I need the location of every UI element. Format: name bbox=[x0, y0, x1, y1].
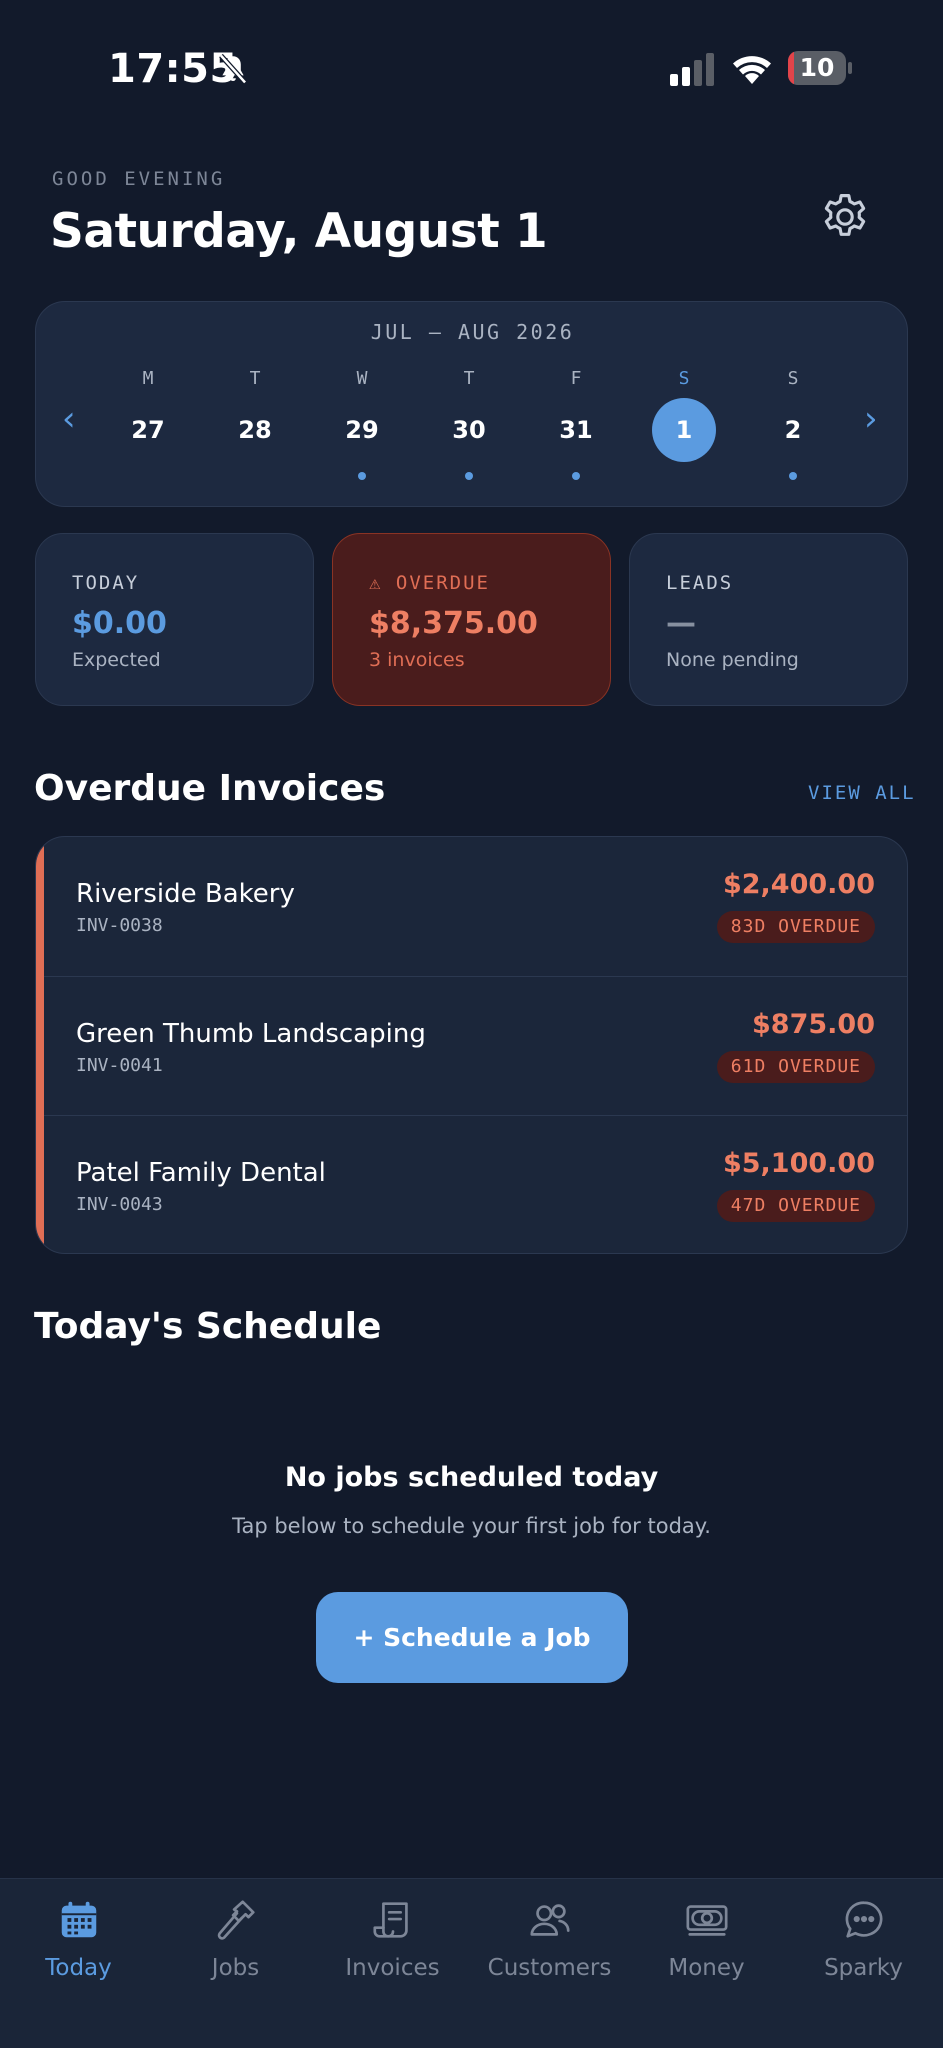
today-stat-card[interactable]: TODAY $0.00 Expected bbox=[35, 533, 314, 706]
day-number: 2 bbox=[784, 416, 802, 444]
overdue-badge: 61D OVERDUE bbox=[716, 1051, 875, 1083]
tab-sparky[interactable]: Sparky bbox=[785, 1879, 942, 1999]
calendar-day[interactable]: F 31 bbox=[536, 368, 616, 488]
money-icon bbox=[686, 1905, 728, 1936]
day-number: 31 bbox=[559, 416, 593, 444]
calendar-range-label: JUL – AUG 2026 bbox=[370, 320, 575, 344]
empty-state-title: No jobs scheduled today bbox=[284, 1462, 659, 1493]
event-dot bbox=[358, 472, 366, 480]
overdue-stat-card[interactable]: ⚠ OVERDUE $8,375.00 3 invoices bbox=[332, 533, 611, 706]
day-of-week: T bbox=[249, 368, 261, 389]
stat-subtitle: None pending bbox=[666, 649, 799, 671]
invoice-row[interactable]: Riverside Bakery INV-0038 $2,400.00 83D … bbox=[44, 837, 907, 975]
stat-label: TODAY bbox=[72, 572, 140, 594]
stat-value: $0.00 bbox=[72, 606, 167, 641]
schedule-section-title: Today's Schedule bbox=[34, 1306, 382, 1347]
day-of-week: S bbox=[787, 368, 799, 389]
invoice-customer: Riverside Bakery bbox=[76, 879, 295, 909]
invoice-row[interactable]: Patel Family Dental INV-0043 $5,100.00 4… bbox=[44, 1115, 907, 1253]
view-all-link[interactable]: VIEW ALL bbox=[808, 782, 916, 804]
tab-customers[interactable]: Customers bbox=[471, 1879, 628, 1999]
schedule-job-button[interactable]: + Schedule a Job bbox=[316, 1592, 628, 1683]
day-number: 28 bbox=[238, 416, 272, 444]
day-number-selected: 1 bbox=[652, 398, 716, 462]
week-calendar: JUL – AUG 2026 ‹ › M 27 T 28 W 29 T 30 F… bbox=[35, 301, 908, 507]
day-of-week: W bbox=[356, 368, 368, 389]
battery-indicator: 10 bbox=[788, 51, 852, 85]
calendar-prev-button[interactable]: ‹ bbox=[62, 402, 76, 436]
invoice-customer: Green Thumb Landscaping bbox=[76, 1019, 426, 1049]
event-dot bbox=[572, 472, 580, 480]
calendar-next-button[interactable]: › bbox=[864, 402, 878, 436]
settings-gear-icon[interactable] bbox=[818, 190, 872, 244]
day-number: 29 bbox=[345, 416, 379, 444]
tab-jobs[interactable]: Jobs bbox=[157, 1879, 314, 1999]
overdue-badge: 83D OVERDUE bbox=[716, 911, 875, 943]
day-number: 27 bbox=[131, 416, 165, 444]
tab-label: Customers bbox=[487, 1955, 612, 1981]
battery-level: 10 bbox=[799, 53, 835, 82]
leads-stat-card[interactable]: LEADS — None pending bbox=[629, 533, 908, 706]
calendar-day[interactable]: M 27 bbox=[108, 368, 188, 488]
empty-state-subtitle: Tap below to schedule your first job for… bbox=[232, 1514, 711, 1538]
invoice-row[interactable]: Green Thumb Landscaping INV-0041 $875.00… bbox=[44, 976, 907, 1114]
calendar-day[interactable]: W 29 bbox=[322, 368, 402, 488]
stat-value: $8,375.00 bbox=[369, 606, 538, 641]
greeting: GOOD EVENING bbox=[52, 168, 226, 190]
overdue-invoice-list: Riverside Bakery INV-0038 $2,400.00 83D … bbox=[35, 836, 908, 1254]
signal-icon bbox=[670, 53, 714, 86]
invoice-amount: $2,400.00 bbox=[722, 869, 875, 900]
page-title: Saturday, August 1 bbox=[50, 204, 548, 259]
bell-muted-icon bbox=[219, 53, 247, 85]
calendar-day[interactable]: T 28 bbox=[215, 368, 295, 488]
overdue-section-title: Overdue Invoices bbox=[34, 768, 386, 809]
invoice-amount: $5,100.00 bbox=[722, 1148, 875, 1179]
status-bar: 17:55 10 bbox=[0, 0, 943, 140]
event-dot bbox=[789, 472, 797, 480]
overdue-accent-bar bbox=[36, 837, 44, 1253]
hammer-icon bbox=[217, 1900, 255, 1940]
invoice-number: INV-0043 bbox=[76, 1194, 163, 1215]
calendar-day[interactable]: S 2 bbox=[753, 368, 833, 488]
invoice-customer: Patel Family Dental bbox=[76, 1158, 326, 1188]
stat-value: — bbox=[666, 606, 696, 641]
invoice-icon bbox=[373, 1902, 408, 1938]
tab-label: Sparky bbox=[824, 1955, 903, 1981]
day-number: 30 bbox=[452, 416, 486, 444]
bottom-tab-bar: Today Jobs Invoices Customers Money Spar… bbox=[0, 1878, 943, 2048]
customers-icon bbox=[530, 1904, 570, 1936]
calendar-icon bbox=[61, 1901, 97, 1938]
tab-label: Money bbox=[668, 1955, 745, 1981]
calendar-day[interactable]: T 30 bbox=[429, 368, 509, 488]
tab-label: Jobs bbox=[211, 1955, 260, 1981]
overdue-badge: 47D OVERDUE bbox=[716, 1190, 875, 1222]
wifi-icon bbox=[733, 56, 771, 84]
tab-money[interactable]: Money bbox=[628, 1879, 785, 1999]
tab-invoices[interactable]: Invoices bbox=[314, 1879, 471, 1999]
tab-label: Today bbox=[45, 1955, 112, 1981]
tab-label: Invoices bbox=[345, 1955, 440, 1981]
invoice-number: INV-0041 bbox=[76, 1055, 163, 1076]
tab-today[interactable]: Today bbox=[0, 1879, 157, 1999]
day-of-week: M bbox=[142, 368, 154, 389]
stat-label: LEADS bbox=[666, 572, 734, 594]
day-of-week: T bbox=[463, 368, 475, 389]
event-dot bbox=[465, 472, 473, 480]
stat-label: ⚠ OVERDUE bbox=[369, 572, 490, 594]
chat-icon bbox=[845, 1901, 883, 1938]
day-of-week: F bbox=[570, 368, 582, 389]
day-of-week: S bbox=[678, 368, 690, 389]
stat-subtitle: 3 invoices bbox=[369, 649, 465, 671]
invoice-number: INV-0038 bbox=[76, 915, 163, 936]
invoice-amount: $875.00 bbox=[752, 1009, 875, 1040]
stat-subtitle: Expected bbox=[72, 649, 161, 671]
calendar-day-selected[interactable]: S 1 bbox=[644, 368, 724, 488]
